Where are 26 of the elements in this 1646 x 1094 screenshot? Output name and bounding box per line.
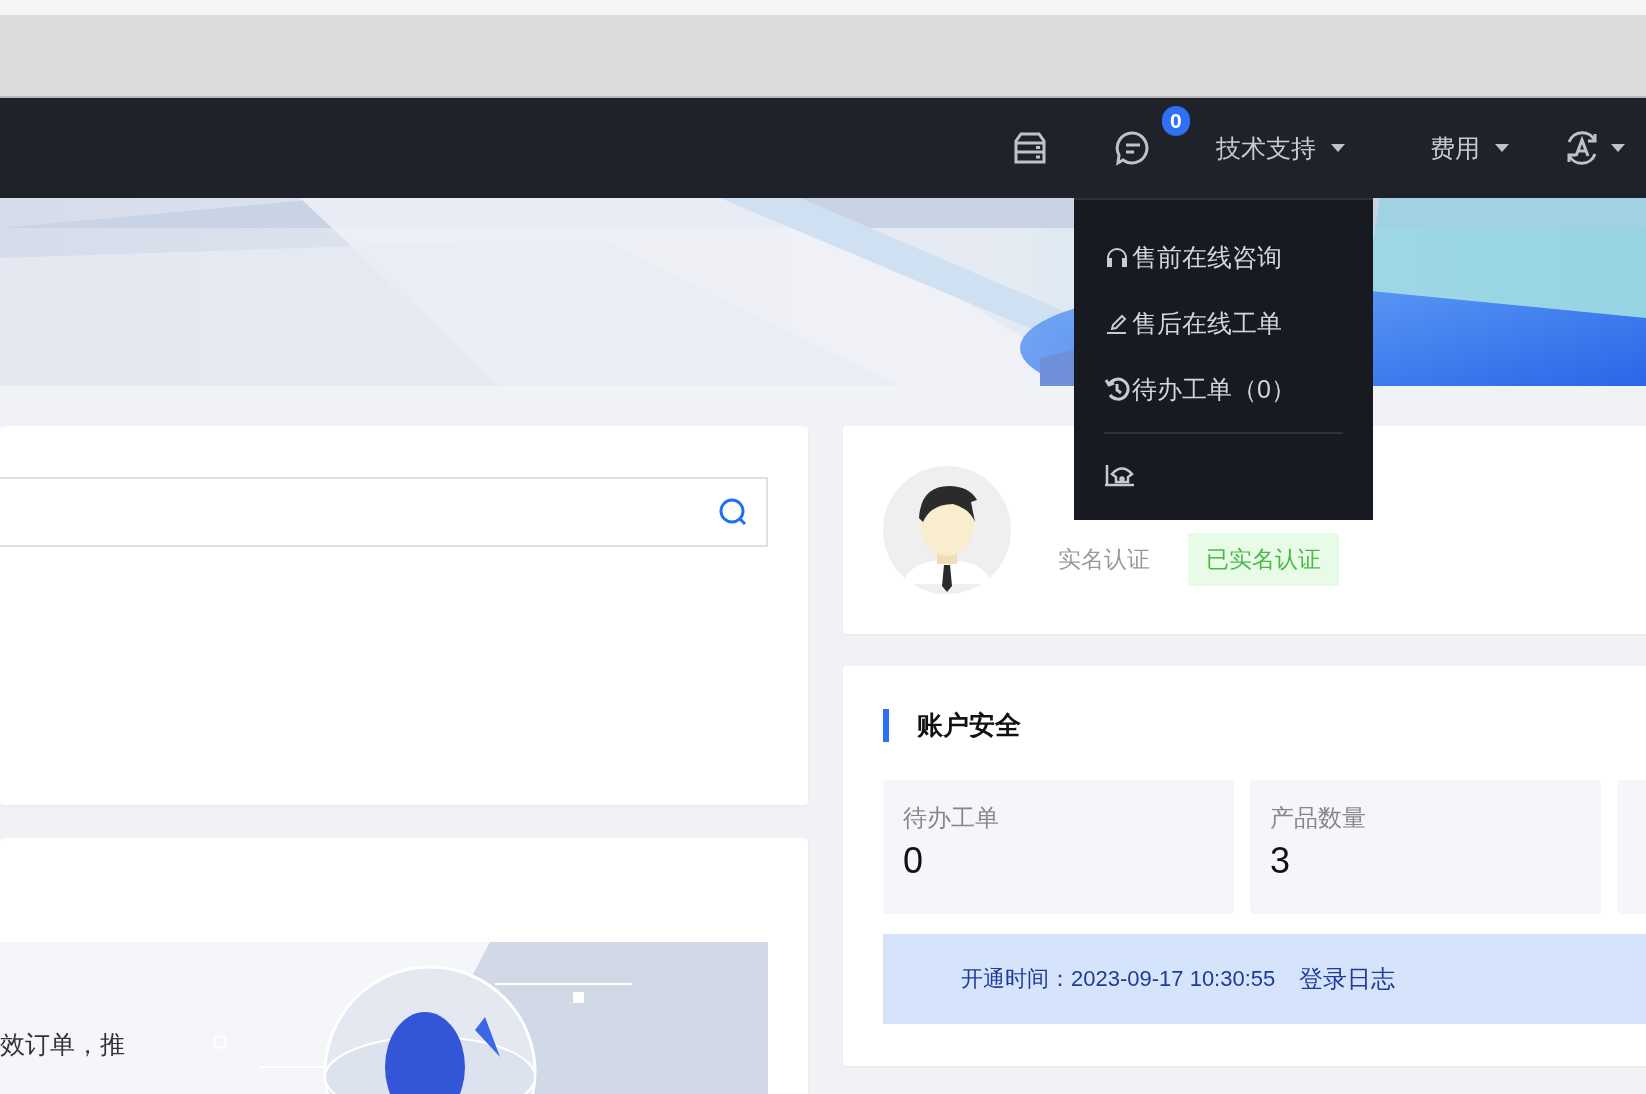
menu-item[interactable]: 待办工单（0） (1104, 356, 1296, 422)
verify-label: 实名认证 (1058, 544, 1150, 574)
caret-icon (1330, 143, 1346, 153)
promo-text: 效订单，推 (0, 1029, 125, 1060)
open-time: 开通时间：2023-09-17 10:30:55 (961, 965, 1276, 993)
login-log-link[interactable]: 登录日志 (1299, 963, 1396, 995)
stat-value: 3 (1270, 840, 1291, 882)
menu-item[interactable]: 售前在线咨询 (1104, 224, 1282, 290)
stat-value: 0 (903, 840, 924, 882)
headset-icon (1104, 245, 1130, 269)
history-icon (1104, 376, 1130, 402)
stat-label: 待办工单 (903, 803, 999, 833)
accent-bar (883, 709, 889, 742)
search-icon[interactable] (718, 497, 748, 527)
nav-menu[interactable]: 费用 (1430, 131, 1510, 165)
nav-menu[interactable]: 技术支持 (1216, 131, 1346, 165)
phone-icon (1104, 462, 1136, 488)
verified-tag: 已实名认证 (1188, 532, 1339, 586)
storage-icon[interactable] (1012, 131, 1048, 165)
caret-icon[interactable] (1610, 143, 1626, 153)
caret-icon (1494, 143, 1510, 153)
notification-badge: 0 (1162, 106, 1190, 136)
search-field[interactable] (0, 477, 768, 547)
menu-item[interactable]: 售后在线工单 (1104, 290, 1282, 356)
stat-label: 产品数量 (1270, 803, 1366, 833)
section-title: 账户安全 (917, 709, 1021, 742)
